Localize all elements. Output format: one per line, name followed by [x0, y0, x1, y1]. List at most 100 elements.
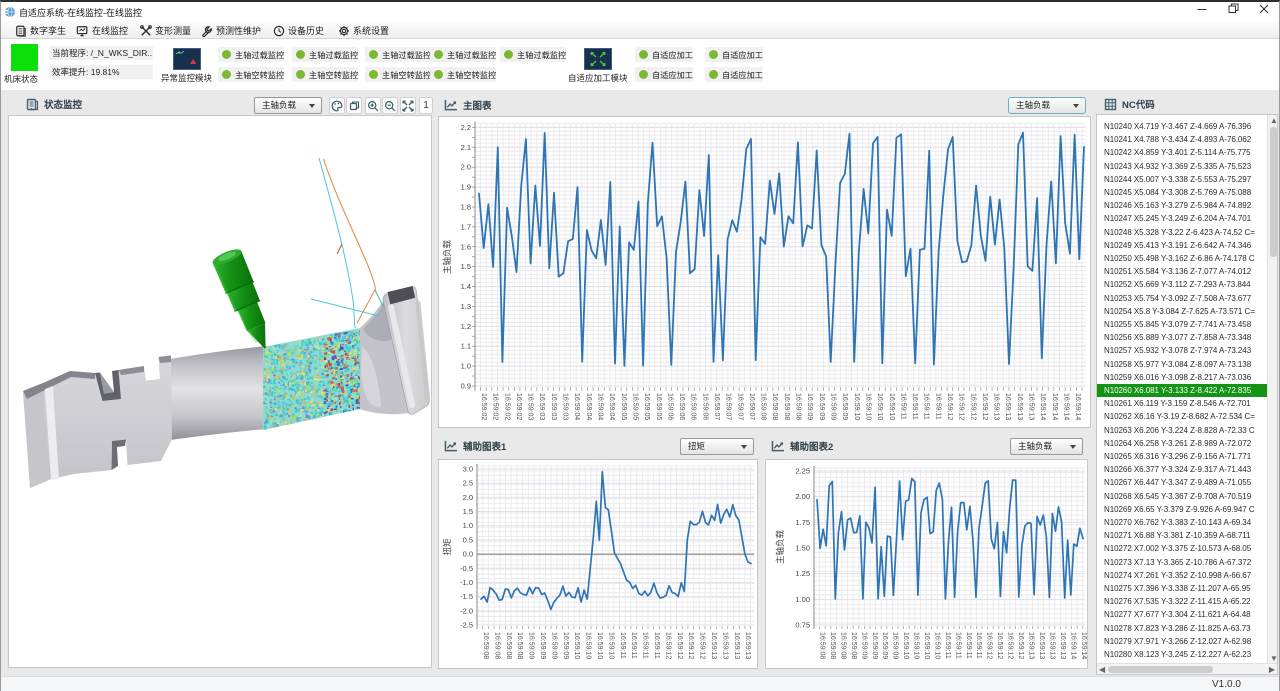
svg-text:1.50: 1.50 — [795, 544, 810, 553]
svg-text:16:59:04: 16:59:04 — [573, 393, 580, 420]
svg-text:16:59:08: 16:59:08 — [760, 393, 767, 420]
svg-text:2.1: 2.1 — [461, 143, 471, 152]
svg-text:16:59:03: 16:59:03 — [562, 393, 569, 420]
svg-text:3.0: 3.0 — [463, 465, 473, 474]
svg-text:16:59:02: 16:59:02 — [503, 393, 510, 420]
svg-text:16:59:10: 16:59:10 — [888, 393, 895, 420]
svg-text:2.0: 2.0 — [461, 163, 471, 172]
svg-text:16:59:09: 16:59:09 — [806, 393, 813, 420]
svg-text:16:59:06: 16:59:06 — [701, 393, 708, 420]
svg-text:16:59:08: 16:59:08 — [829, 632, 836, 659]
svg-text:16:59:09: 16:59:09 — [830, 393, 837, 420]
svg-text:16:59:12: 16:59:12 — [1007, 632, 1014, 659]
svg-text:1.5: 1.5 — [463, 507, 473, 516]
svg-text:16:59:09: 16:59:09 — [818, 393, 825, 420]
svg-text:16:59:02: 16:59:02 — [480, 393, 487, 420]
svg-text:16:59:10: 16:59:10 — [913, 632, 920, 659]
svg-text:16:59:06: 16:59:06 — [678, 393, 685, 420]
svg-text:16:59:12: 16:59:12 — [986, 632, 993, 659]
svg-text:16:59:09: 16:59:09 — [860, 632, 867, 659]
svg-text:16:59:04: 16:59:04 — [597, 393, 604, 420]
svg-text:16:59:13: 16:59:13 — [710, 632, 717, 659]
svg-text:16:59:11: 16:59:11 — [954, 632, 961, 659]
svg-text:16:59:09: 16:59:09 — [539, 632, 546, 659]
svg-text:16:59:11: 16:59:11 — [630, 632, 637, 659]
svg-text:16:59:11: 16:59:11 — [911, 393, 918, 420]
svg-text:0.5: 0.5 — [463, 535, 473, 544]
svg-text:16:59:08: 16:59:08 — [516, 632, 523, 659]
svg-text:16:59:05: 16:59:05 — [643, 393, 650, 420]
svg-text:16:59:02: 16:59:02 — [515, 393, 522, 420]
svg-text:16:59:12: 16:59:12 — [981, 393, 988, 420]
svg-text:16:59:10: 16:59:10 — [573, 632, 580, 659]
svg-text:16:59:10: 16:59:10 — [596, 632, 603, 659]
svg-text:16:59:06: 16:59:06 — [690, 393, 697, 420]
svg-text:16:59:12: 16:59:12 — [996, 632, 1003, 659]
svg-text:16:59:13: 16:59:13 — [1038, 632, 1045, 659]
svg-text:扭矩: 扭矩 — [442, 538, 452, 556]
svg-text:0.75: 0.75 — [795, 621, 810, 630]
svg-text:16:59:02: 16:59:02 — [492, 393, 499, 420]
svg-text:16:59:13: 16:59:13 — [744, 632, 751, 659]
svg-text:-0.5: -0.5 — [460, 564, 473, 573]
svg-text:1.75: 1.75 — [795, 518, 810, 527]
svg-text:2.5: 2.5 — [463, 479, 473, 488]
svg-text:16:59:10: 16:59:10 — [923, 632, 930, 659]
svg-text:-2.5: -2.5 — [460, 621, 473, 630]
svg-text:0.9: 0.9 — [461, 382, 471, 391]
svg-text:1.5: 1.5 — [461, 262, 471, 271]
svg-text:16:59:08: 16:59:08 — [493, 632, 500, 659]
svg-text:16:59:12: 16:59:12 — [699, 632, 706, 659]
svg-text:16:59:14: 16:59:14 — [1069, 632, 1076, 659]
svg-text:16:59:14: 16:59:14 — [1080, 632, 1087, 659]
svg-text:16:59:11: 16:59:11 — [899, 393, 906, 420]
svg-text:16:59:09: 16:59:09 — [528, 632, 535, 659]
svg-text:16:59:04: 16:59:04 — [608, 393, 615, 420]
svg-text:16:59:12: 16:59:12 — [676, 632, 683, 659]
svg-text:2.25: 2.25 — [795, 467, 810, 476]
svg-text:16:59:08: 16:59:08 — [505, 632, 512, 659]
svg-text:16:59:05: 16:59:05 — [632, 393, 639, 420]
svg-text:16:59:07: 16:59:07 — [725, 393, 732, 420]
svg-text:16:59:14: 16:59:14 — [1039, 393, 1046, 420]
svg-text:-1.5: -1.5 — [460, 592, 473, 601]
svg-text:2.2: 2.2 — [461, 123, 471, 132]
svg-text:16:59:08: 16:59:08 — [795, 393, 802, 420]
svg-text:1.00: 1.00 — [795, 595, 810, 604]
svg-text:16:59:09: 16:59:09 — [892, 632, 899, 659]
svg-text:16:59:07: 16:59:07 — [748, 393, 755, 420]
svg-text:16:59:13: 16:59:13 — [1059, 632, 1066, 659]
svg-text:16:59:12: 16:59:12 — [664, 632, 671, 659]
svg-text:16:59:13: 16:59:13 — [721, 632, 728, 659]
svg-text:1.4: 1.4 — [461, 282, 471, 291]
svg-text:1.1: 1.1 — [461, 342, 471, 351]
svg-text:16:59:03: 16:59:03 — [538, 393, 545, 420]
svg-text:1.3: 1.3 — [461, 302, 471, 311]
svg-text:16:59:11: 16:59:11 — [642, 632, 649, 659]
svg-text:16:59:09: 16:59:09 — [871, 632, 878, 659]
svg-text:1.25: 1.25 — [795, 569, 810, 578]
svg-text:1.8: 1.8 — [461, 203, 471, 212]
svg-text:16:59:05: 16:59:05 — [620, 393, 627, 420]
svg-text:16:59:11: 16:59:11 — [923, 393, 930, 420]
svg-text:16:59:11: 16:59:11 — [944, 632, 951, 659]
svg-text:16:59:11: 16:59:11 — [934, 393, 941, 420]
svg-text:16:59:10: 16:59:10 — [902, 632, 909, 659]
svg-text:-1.0: -1.0 — [460, 578, 473, 587]
svg-text:0.0: 0.0 — [463, 550, 473, 559]
svg-text:16:59:11: 16:59:11 — [975, 632, 982, 659]
svg-text:16:59:13: 16:59:13 — [1048, 632, 1055, 659]
svg-text:16:59:08: 16:59:08 — [819, 632, 826, 659]
svg-text:16:59:07: 16:59:07 — [713, 393, 720, 420]
svg-text:16:59:14: 16:59:14 — [1063, 393, 1070, 420]
svg-text:16:59:12: 16:59:12 — [1017, 632, 1024, 659]
svg-text:16:59:09: 16:59:09 — [881, 632, 888, 659]
svg-text:1.2: 1.2 — [461, 322, 471, 331]
svg-text:1.0: 1.0 — [461, 362, 471, 371]
svg-text:16:59:14: 16:59:14 — [1074, 393, 1081, 420]
svg-text:16:59:07: 16:59:07 — [736, 393, 743, 420]
svg-text:16:59:10: 16:59:10 — [853, 393, 860, 420]
svg-text:1.9: 1.9 — [461, 183, 471, 192]
svg-text:16:59:05: 16:59:05 — [655, 393, 662, 420]
svg-text:16:59:04: 16:59:04 — [585, 393, 592, 420]
